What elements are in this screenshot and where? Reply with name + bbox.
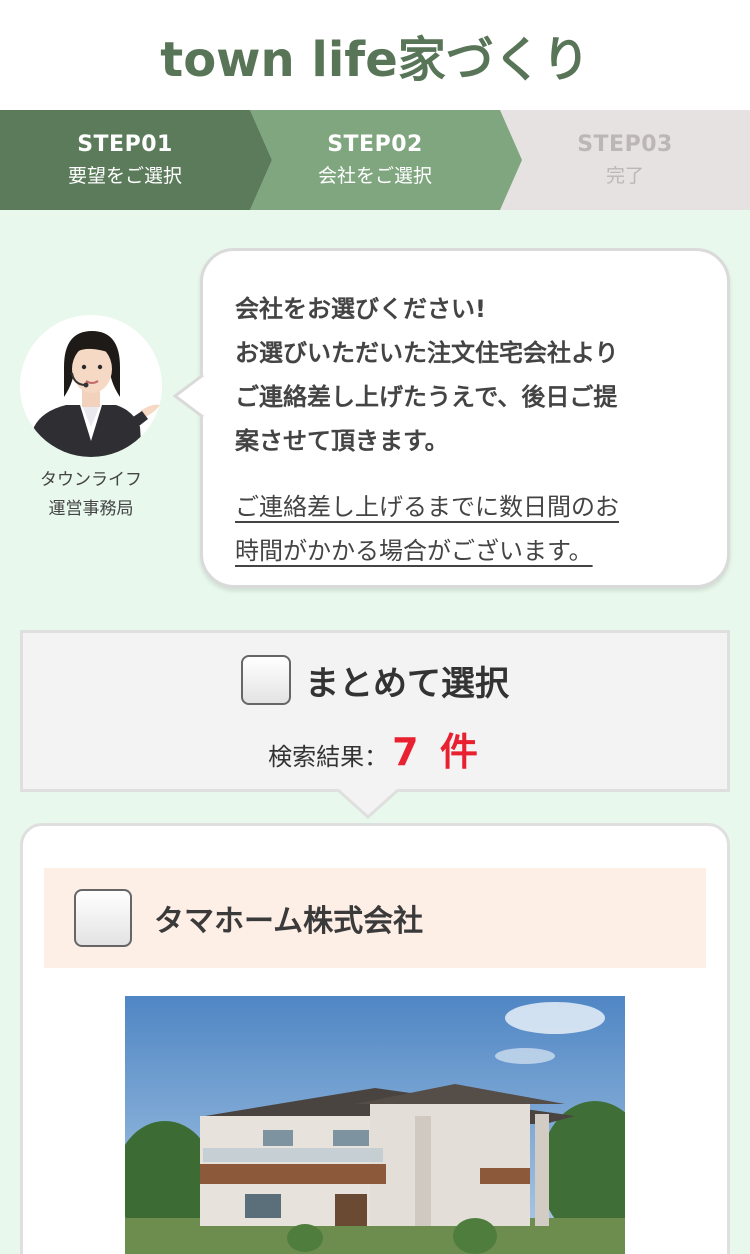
search-result-summary: 検索結果： 7 件 [23, 721, 727, 776]
speech-bubble-message: 会社をお選びください! お選びいただいた注文住宅会社より ご連絡差し上げたうえで… [235, 287, 697, 463]
select-all-label[interactable]: まとめて選択 [305, 656, 509, 705]
site-logo[interactable]: town life家づくり [160, 20, 590, 90]
message-line-3: ご連絡差し上げたうえで、後日ご提 [235, 383, 618, 411]
company-card: タマホーム株式会社 [20, 823, 730, 1254]
operator-avatar [20, 315, 162, 457]
select-all-pointer [338, 789, 398, 819]
step-1-subtitle: 要望をご選択 [67, 165, 182, 187]
search-result-count: 7 件 [392, 730, 482, 774]
note-line-2: 時間がかかる場合がございます。 [235, 537, 593, 565]
note-line-1: ご連絡差し上げるまでに数日間のお [235, 493, 619, 521]
message-line-2: お選びいただいた注文住宅会社より [235, 339, 619, 367]
step-3-title: STEP03 [577, 132, 673, 157]
step-3: STEP03 完了 [500, 110, 750, 210]
step-3-subtitle: 完了 [605, 165, 644, 187]
operator-illustration [20, 315, 162, 457]
select-all-control[interactable]: まとめて選択 [23, 655, 727, 705]
step-2-title: STEP02 [327, 132, 423, 157]
step-2: STEP02 会社をご選択 [250, 110, 500, 210]
speech-bubble: 会社をお選びください! お選びいただいた注文住宅会社より ご連絡差し上げたうえで… [172, 248, 732, 592]
speech-bubble-note: ご連絡差し上げるまでに数日間のお 時間がかかる場合がございます。 [235, 485, 697, 573]
operator-caption-line1: タウンライフ [40, 470, 142, 490]
company-name[interactable]: タマホーム株式会社 [154, 896, 423, 940]
step-2-subtitle: 会社をご選択 [317, 165, 432, 187]
company-house-photo [125, 996, 625, 1254]
select-all-panel: まとめて選択 検索結果： 7 件 [20, 630, 730, 792]
speech-bubble-tail [172, 374, 204, 418]
company-header[interactable]: タマホーム株式会社 [44, 868, 706, 968]
header: town life家づくり [0, 0, 750, 110]
search-result-label: 検索結果： [268, 743, 389, 771]
step-1-title: STEP01 [77, 132, 173, 157]
progress-steps: STEP01 要望をご選択 STEP02 会社をご選択 STEP03 完了 [0, 110, 750, 210]
message-line-4: 案させて頂きます。 [235, 427, 449, 455]
operator-caption-line2: 運営事務局 [48, 499, 134, 519]
message-line-1: 会社をお選びください! [235, 295, 486, 323]
select-all-checkbox[interactable] [241, 655, 291, 705]
house-photo-illustration [125, 996, 625, 1254]
speech-bubble-body: 会社をお選びください! お選びいただいた注文住宅会社より ご連絡差し上げたうえで… [200, 248, 730, 588]
operator-caption: タウンライフ 運営事務局 [20, 466, 162, 524]
step-1: STEP01 要望をご選択 [0, 110, 250, 210]
company-checkbox[interactable] [74, 889, 132, 947]
